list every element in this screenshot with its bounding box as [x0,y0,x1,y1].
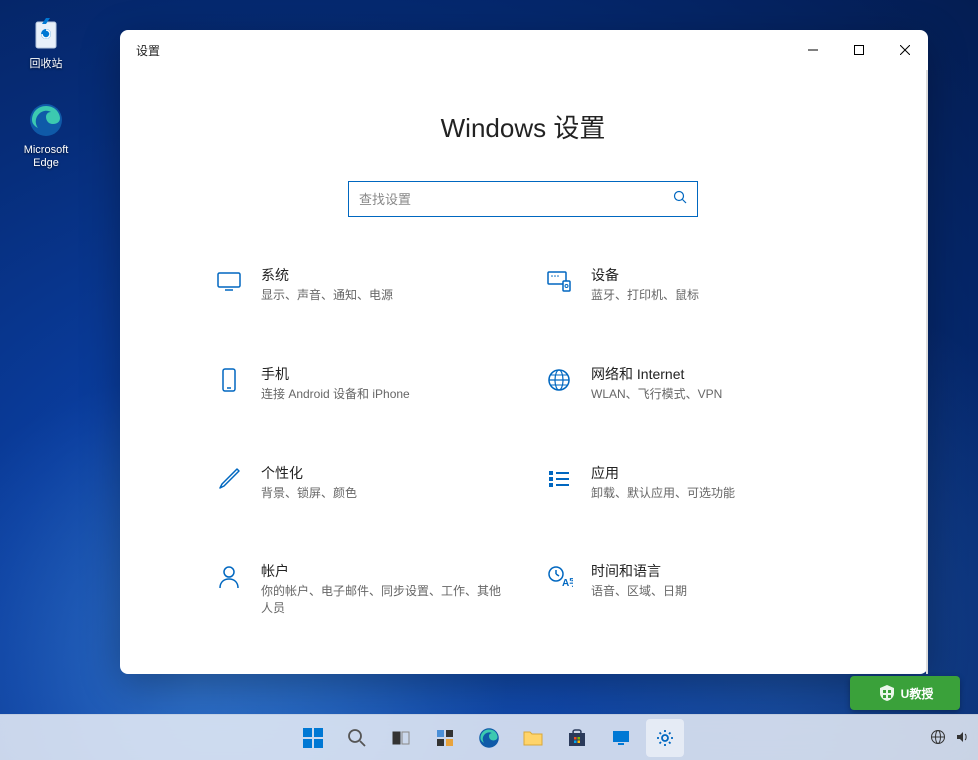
category-apps[interactable]: 应用 卸载、默认应用、可选功能 [543,463,833,502]
window-title: 设置 [136,42,160,59]
monitor-icon [610,727,632,749]
pen-icon [213,463,245,495]
search-input[interactable] [359,192,673,207]
widgets[interactable] [426,719,464,757]
settings-body: Windows 设置 系统 显示、声音、通知、电源 [120,70,928,674]
taskbar-monitor[interactable] [602,719,640,757]
desktop-icon-recycle-bin[interactable]: 回收站 [10,14,82,71]
category-devices[interactable]: 设备 蓝牙、打印机、鼠标 [543,265,833,304]
category-title: 时间和语言 [591,561,833,581]
search-icon [673,190,687,209]
category-desc: 你的帐户、电子邮件、同步设置、工作、其他人员 [261,583,503,617]
titlebar[interactable]: 设置 [120,30,928,70]
category-network[interactable]: 网络和 Internet WLAN、飞行模式、VPN [543,364,833,403]
category-desc: WLAN、飞行模式、VPN [591,386,833,403]
phone-icon [213,364,245,396]
category-desc: 显示、声音、通知、电源 [261,287,503,304]
category-personalization[interactable]: 个性化 背景、锁屏、颜色 [213,463,503,502]
taskbar-store[interactable] [558,719,596,757]
category-desc: 背景、锁屏、颜色 [261,485,503,502]
edge-icon [478,727,500,749]
minimize-button[interactable] [790,32,836,68]
edge-icon [26,100,66,140]
devices-icon [543,265,575,297]
category-accounts[interactable]: 帐户 你的帐户、电子邮件、同步设置、工作、其他人员 [213,561,503,617]
category-title: 个性化 [261,463,503,483]
desktop-icon-edge[interactable]: Microsoft Edge [10,100,82,170]
maximize-button[interactable] [836,32,882,68]
category-time-language[interactable]: A字 时间和语言 语音、区域、日期 [543,561,833,617]
minimize-icon [808,45,818,55]
recycle-bin-label: 回收站 [10,58,82,71]
tray-volume-icon [954,729,970,745]
taskbar [0,714,978,760]
close-icon [900,45,910,55]
categories-grid: 系统 显示、声音、通知、电源 设备 蓝牙、打印机、鼠标 [213,265,833,617]
recycle-bin-icon [26,14,66,54]
close-button[interactable] [882,32,928,68]
task-view-icon [391,728,411,748]
category-title: 系统 [261,265,503,285]
task-view[interactable] [382,719,420,757]
store-icon [566,727,588,749]
gear-icon [654,727,676,749]
apps-icon [543,463,575,495]
category-desc: 蓝牙、打印机、鼠标 [591,287,833,304]
widgets-icon [435,728,455,748]
windows-icon [302,727,324,749]
display-icon [213,265,245,297]
watermark-text: U教授 [901,685,934,702]
settings-window: 设置 Windows 设置 [120,30,928,674]
taskbar-settings[interactable] [646,719,684,757]
category-desc: 语音、区域、日期 [591,583,833,600]
category-system[interactable]: 系统 显示、声音、通知、电源 [213,265,503,304]
category-title: 应用 [591,463,833,483]
category-title: 设备 [591,265,833,285]
page-title: Windows 设置 [160,108,886,145]
category-phone[interactable]: 手机 连接 Android 设备和 iPhone [213,364,503,403]
globe-icon [543,364,575,396]
person-icon [213,561,245,593]
svg-text:A字: A字 [562,576,573,589]
search-box[interactable] [348,181,698,217]
time-language-icon: A字 [543,561,575,593]
search-icon [347,728,367,748]
desktop[interactable]: 回收站 Microsoft Edge 设置 Windows 设置 [0,0,978,760]
taskbar-edge[interactable] [470,719,508,757]
category-title: 帐户 [261,561,503,581]
taskbar-search[interactable] [338,719,376,757]
maximize-icon [854,45,864,55]
category-title: 网络和 Internet [591,364,833,384]
start-button[interactable] [294,719,332,757]
watermark-badge: U教授 [850,676,960,710]
category-title: 手机 [261,364,503,384]
taskbar-explorer[interactable] [514,719,552,757]
category-desc: 卸载、默认应用、可选功能 [591,485,833,502]
folder-icon [522,727,544,749]
edge-label: Microsoft Edge [10,144,82,170]
system-tray[interactable] [930,714,970,760]
category-desc: 连接 Android 设备和 iPhone [261,386,503,403]
tray-globe-icon [930,729,946,745]
